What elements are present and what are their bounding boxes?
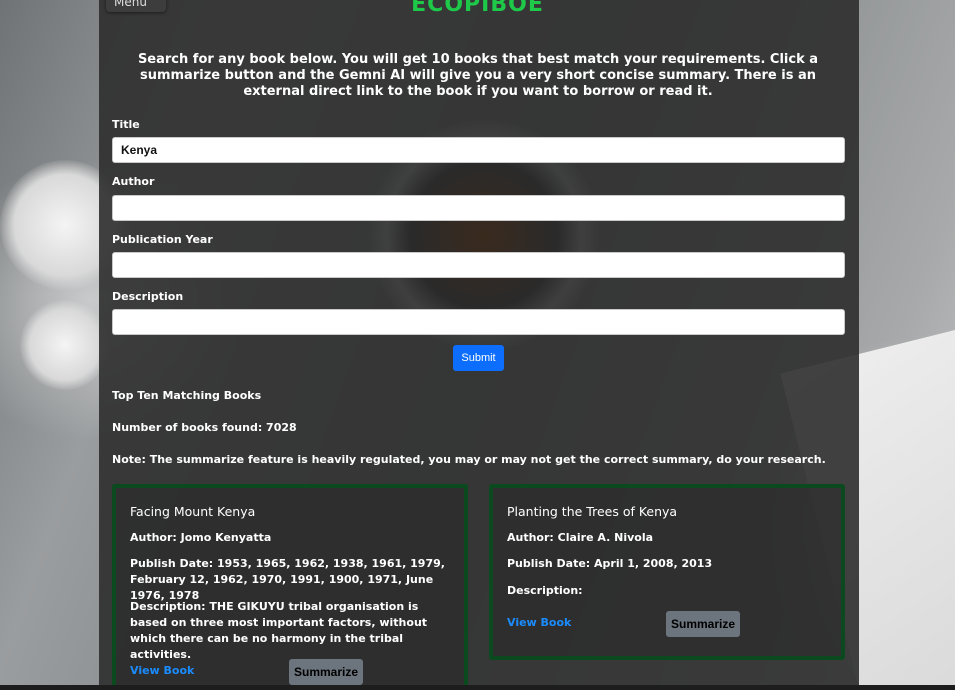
brand-title: ECOPIBOE (411, 0, 544, 17)
view-book-link[interactable]: View Book (507, 616, 571, 629)
book-publish-date: Publish Date: April 1, 2008, 2013 (507, 557, 713, 570)
book-publish-date: Publish Date: 1953, 1965, 1962, 1938, 19… (130, 557, 445, 602)
summarize-button[interactable]: Summarize (666, 611, 740, 637)
book-card: Facing Mount Kenya Author: Jomo Kenyatta… (112, 484, 468, 690)
description-label: Description (112, 290, 184, 303)
title-input[interactable] (112, 137, 845, 163)
book-author: Author: Jomo Kenyatta (130, 531, 272, 544)
intro-text: Search for any book below. You will get … (137, 52, 819, 99)
author-label: Author (112, 175, 155, 188)
author-input[interactable] (112, 195, 845, 221)
year-label: Publication Year (112, 233, 213, 246)
book-title: Facing Mount Kenya (130, 504, 256, 519)
results-note: Note: The summarize feature is heavily r… (112, 453, 826, 466)
book-title: Planting the Trees of Kenya (507, 504, 678, 519)
book-description: Description: THE GIKUYU tribal organisat… (130, 600, 428, 661)
summarize-button[interactable]: Summarize (289, 659, 363, 685)
title-label: Title (112, 118, 140, 131)
year-input[interactable] (112, 252, 845, 278)
results-heading: Top Ten Matching Books (112, 389, 262, 402)
book-card: Planting the Trees of Kenya Author: Clai… (489, 484, 845, 660)
flower-decoration (20, 300, 110, 390)
book-description: Description: (507, 584, 583, 597)
view-book-link[interactable]: View Book (130, 664, 194, 677)
description-input[interactable] (112, 309, 845, 335)
book-author: Author: Claire A. Nivola (507, 531, 654, 544)
results-count: Number of books found: 7028 (112, 421, 297, 434)
submit-button[interactable]: Submit (453, 345, 504, 371)
bottom-bar (0, 685, 955, 690)
